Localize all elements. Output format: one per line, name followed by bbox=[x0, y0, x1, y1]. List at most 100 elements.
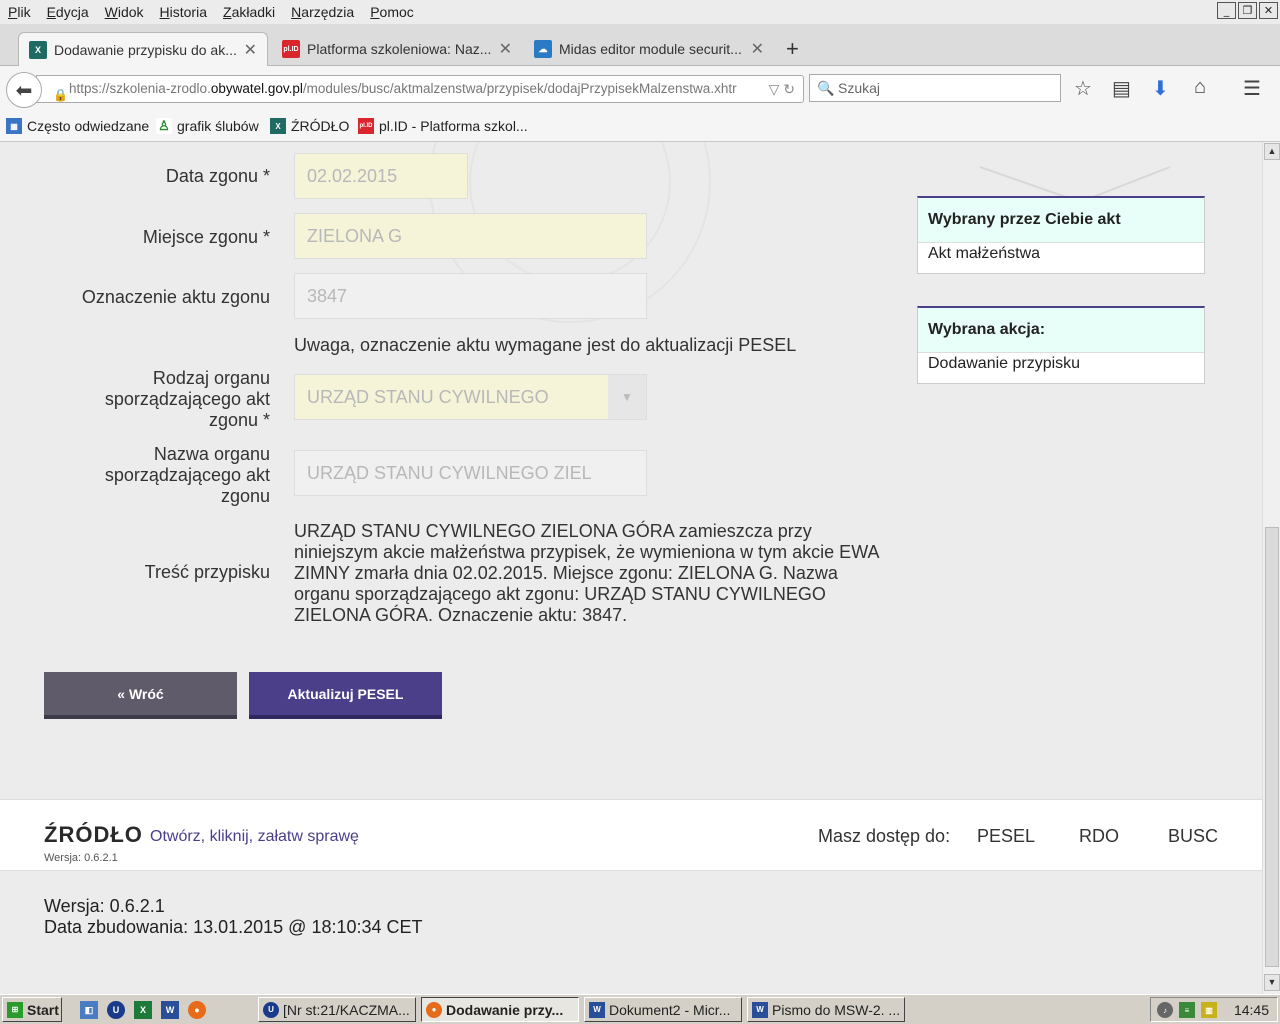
menu-widok[interactable]: Widok bbox=[97, 4, 152, 20]
taskbar-item-dokument2[interactable]: W Dokument2 - Micr... bbox=[584, 997, 742, 1022]
death-act-number-field[interactable]: 3847 bbox=[294, 273, 647, 319]
firefox-icon[interactable]: ● bbox=[188, 1001, 206, 1019]
bookmark-label: pl.ID - Platforma szkol... bbox=[379, 118, 528, 134]
usd-app-icon[interactable]: U bbox=[107, 1001, 125, 1019]
site-tagline: Otwórz, kliknij, załatw sprawę bbox=[150, 828, 359, 845]
downloads-icon[interactable]: ⬇ bbox=[1152, 76, 1169, 101]
window-controls: _ ❐ ✕ bbox=[1217, 2, 1278, 19]
close-tab-icon[interactable]: ✕ bbox=[751, 39, 764, 59]
security-icon[interactable]: ▥ bbox=[1201, 1002, 1217, 1018]
date-of-death-field[interactable]: 02.02.2015 bbox=[294, 153, 468, 199]
zrodlo-logo[interactable]: ŹRÓDŁO bbox=[44, 822, 143, 848]
link-pesel[interactable]: PESEL bbox=[977, 826, 1035, 847]
menu-pomoc[interactable]: Pomoc bbox=[362, 4, 422, 20]
windows-taskbar: ⊞ Start ◧ U X W ● U [Nr st:21/KACZMA... … bbox=[0, 994, 1280, 1024]
selected-act-header: Wybrany przez Ciebie akt bbox=[918, 198, 1204, 243]
scroll-down-arrow-icon[interactable]: ▼ bbox=[1264, 974, 1280, 991]
usd-app-icon: U bbox=[263, 1001, 279, 1018]
taskbar-item-nr-st[interactable]: U [Nr st:21/KACZMA... bbox=[258, 997, 416, 1022]
organ-name-field[interactable]: URZĄD STANU CYWILNEGO ZIEL bbox=[294, 450, 647, 496]
hamburger-menu-icon[interactable]: ☰ bbox=[1243, 76, 1261, 101]
scroll-up-arrow-icon[interactable]: ▲ bbox=[1264, 143, 1280, 160]
zrodlo-icon: X bbox=[270, 118, 286, 134]
menu-zakladki[interactable]: Zakładki bbox=[215, 4, 283, 20]
restore-button[interactable]: ❐ bbox=[1238, 2, 1257, 19]
word-icon: W bbox=[752, 1001, 768, 1018]
address-bar[interactable]: 🔒 https://szkolenia-zrodlo.obywatel.gov.… bbox=[36, 75, 804, 103]
pesel-warning: Uwaga, oznaczenie aktu wymagane jest do … bbox=[294, 335, 797, 355]
tab-label: Midas editor module securit... bbox=[559, 41, 742, 57]
tab-platforma-szkoleniowa[interactable]: pl.ID Platforma szkoleniowa: Naz... ✕ bbox=[272, 32, 522, 66]
bookmark-grafik-slubow[interactable]: ♙ grafik ślubów bbox=[156, 118, 259, 134]
site-footer: ŹRÓDŁO Otwórz, kliknij, załatw sprawę We… bbox=[0, 799, 1262, 871]
tab-label: Platforma szkoleniowa: Naz... bbox=[307, 41, 492, 57]
link-rdo[interactable]: RDO bbox=[1079, 826, 1119, 847]
annotation-content-text: URZĄD STANU CYWILNEGO ZIELONA GÓRA zamie… bbox=[294, 521, 879, 625]
menu-plik[interactable]: Plik bbox=[0, 4, 39, 20]
cloud-favicon-icon: ☁ bbox=[534, 40, 552, 58]
word-icon[interactable]: W bbox=[161, 1001, 179, 1019]
clock: 14:45 bbox=[1233, 1001, 1269, 1018]
taskbar-item-dodawanie[interactable]: ● Dodawanie przy... bbox=[421, 997, 579, 1022]
new-tab-button[interactable]: + bbox=[786, 36, 799, 62]
scroll-thumb[interactable] bbox=[1265, 527, 1279, 967]
organ-type-value: URZĄD STANU CYWILNEGO bbox=[307, 387, 549, 407]
url-prefix: https://szkolenia-zrodlo. bbox=[69, 81, 211, 96]
version-small: Wersja: 0.6.2.1 bbox=[44, 852, 118, 864]
bookmark-plid[interactable]: pl.ID pl.ID - Platforma szkol... bbox=[358, 118, 528, 134]
annotation-content-label: Treść przypisku bbox=[144, 562, 270, 582]
close-tab-icon[interactable]: ✕ bbox=[499, 39, 512, 59]
link-busc[interactable]: BUSC bbox=[1168, 826, 1218, 847]
bookmark-zrodlo[interactable]: X ŹRÓDŁO bbox=[270, 118, 349, 134]
plid-icon: pl.ID bbox=[358, 118, 374, 134]
menu-narzedzia[interactable]: Narzędzia bbox=[283, 4, 362, 20]
back-button[interactable]: ⬅ bbox=[6, 72, 42, 108]
speaker-icon[interactable]: ♪ bbox=[1157, 1002, 1173, 1018]
menu-edycja[interactable]: Edycja bbox=[39, 4, 97, 20]
close-tab-icon[interactable]: ✕ bbox=[244, 40, 257, 60]
bookmark-czesto-odwiedzane[interactable]: ▦ Często odwiedzane bbox=[6, 118, 149, 134]
tab-label: Dodawanie przypisku do ak... bbox=[54, 41, 237, 58]
home-icon[interactable]: ⌂ bbox=[1194, 76, 1206, 99]
lock-icon: 🔒 bbox=[53, 88, 68, 102]
minimize-button[interactable]: _ bbox=[1217, 2, 1236, 19]
tab-midas-editor[interactable]: ☁ Midas editor module securit... ✕ bbox=[524, 32, 774, 66]
tab-dodawanie-przypisku[interactable]: X Dodawanie przypisku do ak... ✕ bbox=[18, 32, 268, 66]
place-of-death-label: Miejsce zgonu * bbox=[142, 227, 270, 247]
back-button[interactable]: « Wróć bbox=[44, 672, 237, 719]
taskbar-item-pismo[interactable]: W Pismo do MSW-2. ... bbox=[747, 997, 905, 1022]
selected-act-value: Akt małżeństwa bbox=[928, 245, 1041, 262]
chevron-down-icon: ▼ bbox=[608, 375, 646, 419]
arrow-left-icon: ⬅ bbox=[15, 79, 33, 102]
start-button[interactable]: ⊞ Start bbox=[2, 997, 62, 1022]
reload-icon[interactable]: ▽ ↻ bbox=[769, 76, 795, 102]
organ-type-select[interactable]: URZĄD STANU CYWILNEGO ▼ bbox=[294, 374, 647, 420]
folder-icon: ▦ bbox=[6, 118, 22, 134]
plid-favicon-icon: pl.ID bbox=[282, 40, 300, 58]
firefox-icon: ● bbox=[426, 1001, 442, 1018]
close-window-button[interactable]: ✕ bbox=[1259, 2, 1278, 19]
word-icon: W bbox=[589, 1001, 605, 1018]
network-icon[interactable]: ≡ bbox=[1179, 1002, 1195, 1018]
zrodlo-favicon-icon: X bbox=[29, 40, 47, 59]
update-pesel-button[interactable]: Aktualizuj PESEL bbox=[249, 672, 442, 719]
excel-icon[interactable]: X bbox=[134, 1001, 152, 1019]
organ-name-label: Nazwa organu sporządzającego akt zgonu bbox=[104, 444, 270, 506]
task-label: Dokument2 - Micr... bbox=[609, 1001, 731, 1018]
build-info: Wersja: 0.6.2.1 Data zbudowania: 13.01.2… bbox=[44, 896, 423, 938]
bookmarks-toolbar: ▦ Często odwiedzane ♙ grafik ślubów X ŹR… bbox=[0, 110, 1280, 142]
version-text: Wersja: 0.6.2.1 bbox=[44, 896, 165, 916]
menu-historia[interactable]: Historia bbox=[152, 4, 215, 20]
bookmark-label: grafik ślubów bbox=[177, 118, 259, 134]
reading-list-icon[interactable]: ▤ bbox=[1112, 76, 1131, 101]
search-input[interactable]: 🔍 Szukaj bbox=[809, 74, 1061, 102]
death-act-number-label: Oznaczenie aktu zgonu bbox=[81, 287, 270, 307]
bookmark-star-icon[interactable]: ☆ bbox=[1074, 76, 1092, 101]
vertical-scrollbar[interactable]: ▲ ▼ bbox=[1262, 142, 1280, 994]
place-of-death-field[interactable]: ZIELONA G bbox=[294, 213, 647, 259]
show-desktop-icon[interactable]: ◧ bbox=[80, 1001, 98, 1019]
bookmark-label: Często odwiedzane bbox=[27, 118, 150, 134]
date-of-death-label: Data zgonu * bbox=[165, 166, 270, 186]
url-path: /modules/busc/aktmalzenstwa/przypisek/do… bbox=[302, 81, 737, 96]
task-label: Dodawanie przy... bbox=[446, 1001, 564, 1018]
